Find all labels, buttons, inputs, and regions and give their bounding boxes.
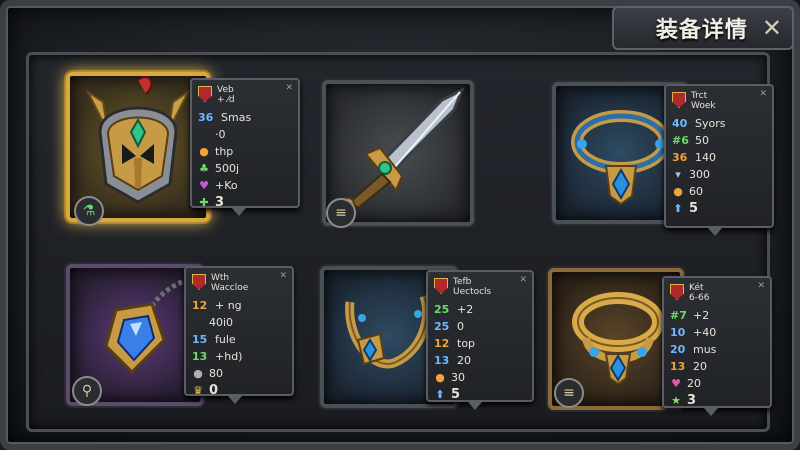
arrow-up-icon: ⬆ xyxy=(435,388,445,401)
tooltip-header-line: Wth xyxy=(211,273,230,283)
plus-icon: ✚ xyxy=(199,196,209,209)
shield-icon xyxy=(670,284,684,300)
stat-row: 25 +2 xyxy=(434,303,474,316)
item-tooltip-helmet: ✕ Veb + ⁄d 36 Smas ·0 ● thp ♣ 500j ♥ +Ko ✚ 3 xyxy=(190,78,300,210)
item-badge-gold-necklace: ≡ xyxy=(554,378,584,408)
item-badge-sword: ≡ xyxy=(326,198,356,228)
stat-row: 40i0 xyxy=(209,316,234,329)
orb-icon: ● xyxy=(673,185,683,198)
stat-row: ♥ 20 xyxy=(671,377,701,390)
item-tooltip-amulet: ✕ Wth Waccloe 12 + ng 40i0 15 fule 13 +hd) … xyxy=(184,266,294,398)
stat-row: 40 Syors xyxy=(672,117,726,130)
title-bar: 装备详情 ✕ xyxy=(612,6,794,50)
arrow-up-icon: ⬆ xyxy=(673,202,683,215)
clover-icon: ♣ xyxy=(199,162,209,175)
tooltip-header-line: + ⁄d xyxy=(217,95,235,105)
tooltip-header-line: 6-66 xyxy=(689,293,710,303)
stat-row: ⬆ 5 xyxy=(435,387,461,402)
heart-icon: ♥ xyxy=(671,377,681,390)
stat-row: ▾ 300 xyxy=(672,166,766,183)
stone-icon: ● xyxy=(193,367,203,380)
collar-icon xyxy=(571,110,671,206)
gold-necklace-icon xyxy=(572,292,664,386)
tooltip-header-line: Két xyxy=(689,283,704,293)
shield-icon xyxy=(198,86,212,102)
helmet-icon xyxy=(85,76,191,204)
tooltip-close-icon[interactable]: ✕ xyxy=(519,275,527,285)
stat-row: 12 top xyxy=(434,337,476,350)
heart-icon: ♥ xyxy=(199,179,209,192)
crown-icon: ♛ xyxy=(193,384,203,397)
tooltip-close-icon[interactable]: ✕ xyxy=(285,83,293,93)
stat-row: 13 20 xyxy=(434,354,471,367)
orb-icon: ● xyxy=(435,371,445,384)
tooltip-close-icon[interactable]: ✕ xyxy=(757,281,765,291)
page-title: 装备详情 xyxy=(655,18,748,43)
star-icon: ★ xyxy=(671,394,681,407)
stat-row: ● 30 xyxy=(435,371,465,384)
stat-row: #7 +2 xyxy=(670,309,710,322)
shield-icon xyxy=(192,274,206,290)
tooltip-header-line: Veb xyxy=(217,85,234,95)
tooltip-header-line: Tefb xyxy=(453,277,472,287)
stat-row: ·0 xyxy=(215,128,226,141)
stat-row: ● 60 xyxy=(673,185,703,198)
tooltip-close-icon[interactable]: ✕ xyxy=(279,271,287,281)
sword-icon xyxy=(341,86,465,211)
stat-row: 36 Smas xyxy=(198,111,252,124)
stat-row: 10 +40 xyxy=(670,326,717,339)
stat-row: #6 50 xyxy=(672,134,709,147)
stat-row: 12 + ng xyxy=(192,299,242,312)
stat-row: 20 mus xyxy=(670,343,717,356)
shield-icon xyxy=(672,92,686,108)
item-badge-helmet: ⚗ xyxy=(74,196,104,226)
item-tooltip-collar: ✕ Trct Woek 40 Syors #6 50 36 140 ▾ 300 ● 60 … xyxy=(664,84,774,228)
stat-row: 25 0 xyxy=(434,320,464,333)
stat-row: 36 140 xyxy=(672,151,716,164)
stat-row: ● 80 xyxy=(193,367,223,380)
shield-small-icon: ▾ xyxy=(675,168,681,181)
stat-row: ⬆ 5 xyxy=(673,201,699,216)
close-button[interactable]: ✕ xyxy=(762,16,782,40)
amulet-icon xyxy=(104,279,183,375)
shield-icon xyxy=(434,278,448,294)
item-tooltip-gold-necklace: ✕ Két 6-66 #7 +2 10 +40 20 mus 13 20 ♥ 20 ★ 3 xyxy=(662,276,772,408)
stat-row: ★ 3 xyxy=(671,393,697,408)
stat-row: 13 +hd) xyxy=(192,350,243,363)
stat-row: ♥ +Ko xyxy=(199,179,238,192)
item-badge-amulet: ⚲ xyxy=(72,376,102,406)
stat-row: 13 20 xyxy=(670,360,707,373)
tooltip-close-icon[interactable]: ✕ xyxy=(759,89,767,99)
tooltip-header-line: Trct xyxy=(691,91,708,101)
orb-icon: ● xyxy=(199,145,209,158)
stat-row: 15 fule xyxy=(192,333,236,346)
tooltip-header-line: Waccloe xyxy=(211,283,249,293)
tooltip-header-line: Woek xyxy=(691,101,716,111)
stat-row: ● thp xyxy=(199,145,234,158)
stat-row: ♣ 500j xyxy=(199,162,240,175)
tooltip-header-line: Uectocls xyxy=(453,287,492,297)
item-tooltip-blue-necklace: ✕ Tefb Uectocls 25 +2 25 0 12 top 13 20 ● 30 … xyxy=(426,270,534,402)
